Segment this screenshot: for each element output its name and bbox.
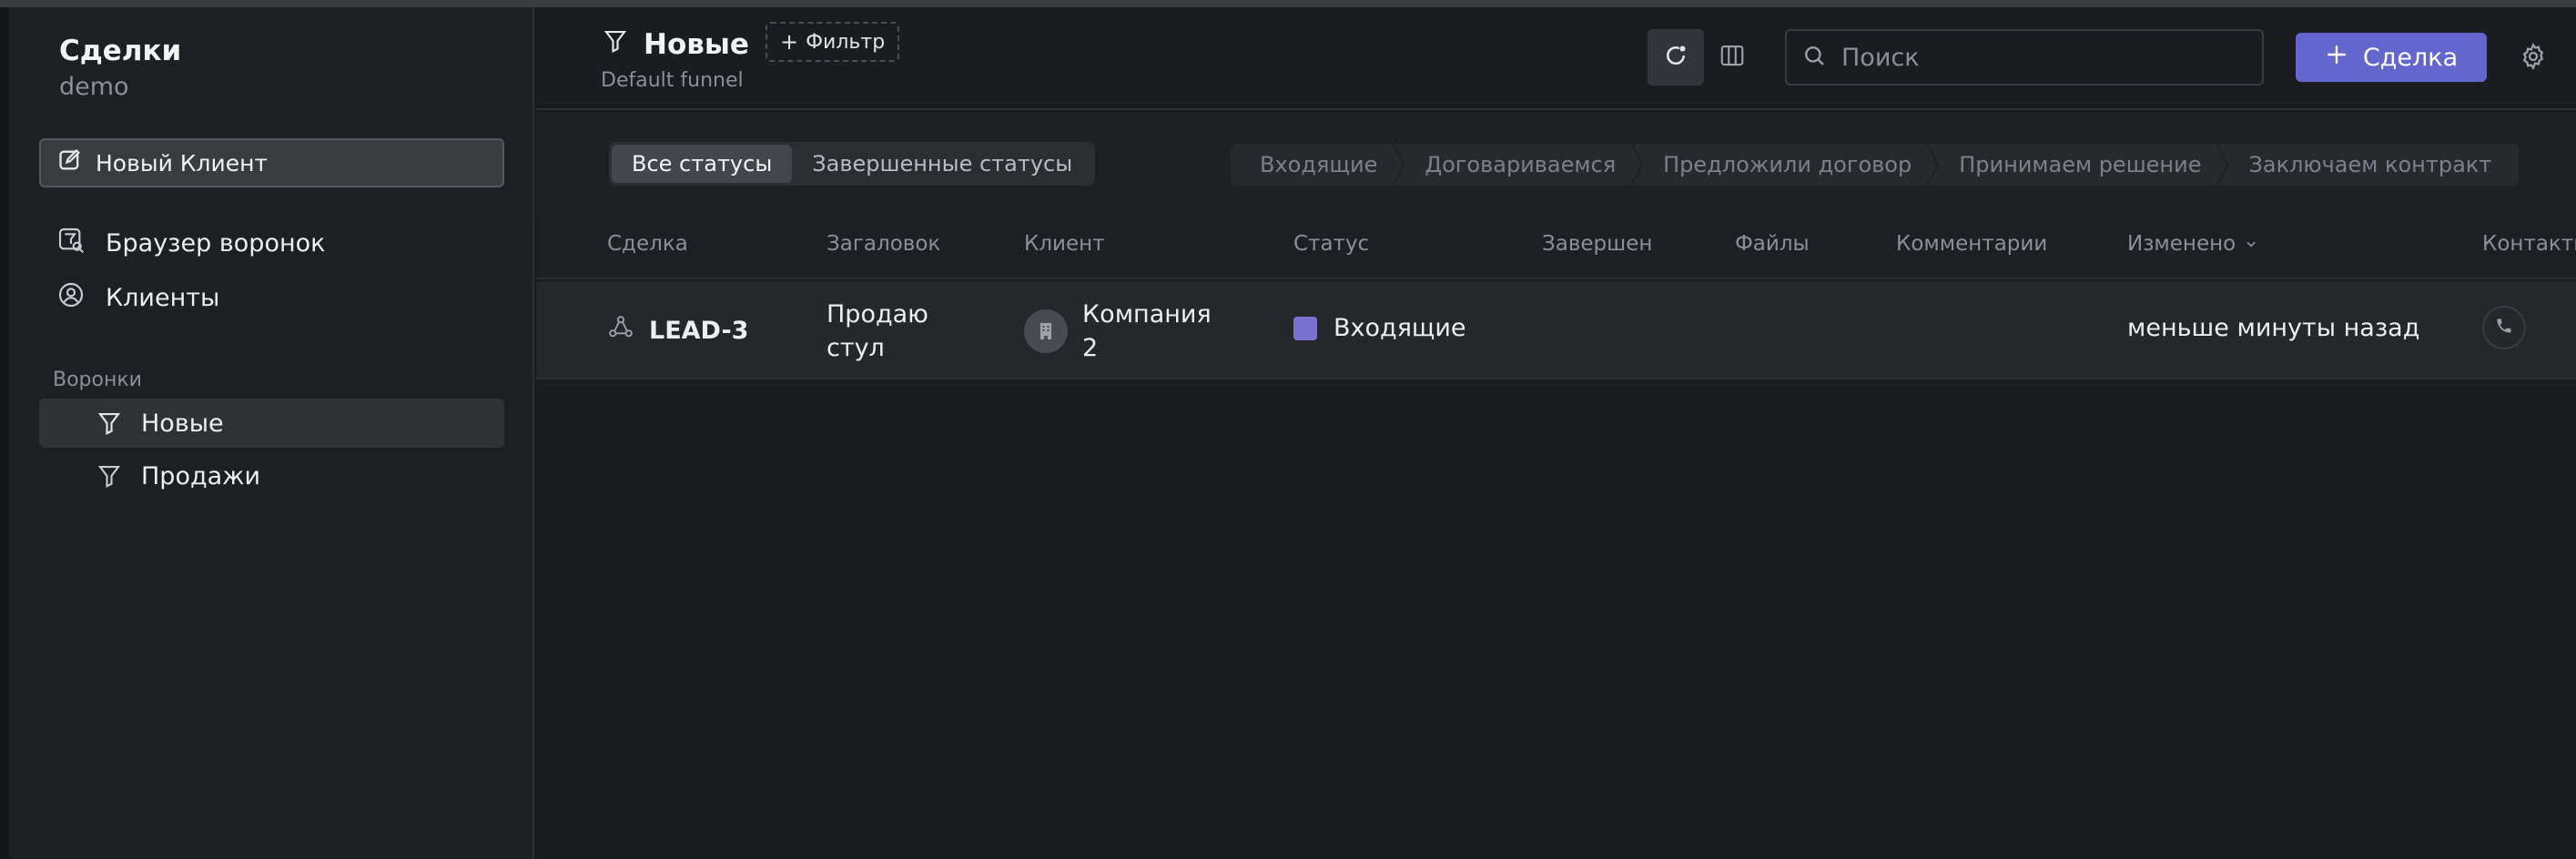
call-contact-button[interactable] — [2482, 306, 2526, 349]
funnel-icon — [96, 462, 123, 496]
refresh-view-button[interactable] — [1648, 29, 1704, 86]
column-header-title[interactable]: Загаловок — [827, 232, 940, 256]
add-filter-button[interactable]: + Фильтр — [766, 22, 900, 62]
page-header: Новые Default funnel + Фильтр Поиск Сдел… — [536, 7, 2576, 110]
window-left-edge — [0, 7, 9, 859]
column-header-status[interactable]: Статус — [1293, 232, 1369, 256]
stage-negotiating[interactable]: Договариваемся — [1394, 144, 1641, 186]
columns-icon — [1719, 42, 1746, 73]
status-bar: Все статусы Завершенные статусы Входящие… — [536, 112, 2576, 212]
column-header-contacts[interactable]: Контакты — [2482, 232, 2576, 256]
deal-title: Продаю стул — [827, 300, 928, 362]
sidebar: Сделки demo Новый Клиент Браузер воронок — [9, 7, 534, 859]
search-input[interactable] — [1841, 43, 2242, 72]
deal-id[interactable]: LEAD-3 — [649, 317, 748, 345]
search-icon — [1801, 43, 1827, 72]
stage-contract-offered[interactable]: Предложили договор — [1632, 144, 1937, 186]
plus-icon — [2325, 43, 2348, 73]
gear-icon — [2519, 42, 2548, 75]
changed-time: меньше минуты назад — [2127, 314, 2420, 342]
window-top-strip — [0, 0, 2576, 7]
sidebar-funnel-sales[interactable]: Продажи — [39, 451, 504, 500]
sidebar-item-label: Клиенты — [106, 284, 220, 312]
stage-closing-contract[interactable]: Заключаем контракт — [2217, 144, 2520, 186]
client-cell: Компания 2 — [1024, 298, 1228, 365]
user-circle-icon — [56, 280, 86, 316]
funnel-icon — [602, 27, 629, 62]
new-client-label: Новый Клиент — [96, 149, 269, 177]
plus-icon: + — [780, 29, 799, 55]
deal-cell: LEAD-3 — [607, 314, 748, 348]
app-subtitle: demo — [59, 73, 129, 101]
stage-incoming[interactable]: Входящие — [1231, 144, 1403, 186]
app-title: Сделки — [59, 35, 182, 67]
sidebar-item-clients[interactable]: Клиенты — [56, 280, 219, 316]
stage-decision[interactable]: Принимаем решение — [1928, 144, 2226, 186]
main-content: Новые Default funnel + Фильтр Поиск Сдел… — [536, 7, 2576, 859]
tab-completed-statuses[interactable]: Завершенные статусы — [792, 145, 1092, 183]
table-header: Сделка Загаловок Клиент Статус Завершен … — [536, 212, 2576, 279]
stage-pipeline: Входящие Договариваемся Предложили догов… — [1231, 144, 2520, 186]
column-header-deal[interactable]: Сделка — [607, 232, 688, 256]
status-cell: Входящие — [1293, 314, 1466, 342]
edit-icon — [57, 147, 83, 178]
client-name[interactable]: Компания 2 — [1082, 298, 1228, 365]
deal-icon — [607, 314, 634, 348]
page-subtitle: Default funnel — [601, 69, 744, 92]
column-header-comments[interactable]: Комментарии — [1896, 232, 2047, 256]
sidebar-funnel-new[interactable]: Новые — [39, 399, 504, 448]
status-color-indicator — [1293, 316, 1317, 340]
add-deal-button[interactable]: Сделка — [2296, 33, 2487, 82]
funnel-label: Новые — [141, 409, 224, 438]
column-header-client[interactable]: Клиент — [1024, 232, 1105, 256]
funnels-section-label: Воронки — [53, 369, 142, 391]
columns-view-button[interactable] — [1704, 29, 1760, 86]
page-title: Новые — [602, 27, 749, 62]
column-header-label: Изменено — [2127, 232, 2236, 256]
search-field[interactable] — [1785, 29, 2264, 86]
column-header-completed[interactable]: Завершен — [1542, 232, 1652, 256]
table-row[interactable]: LEAD-3 Продаю стул Компания 2 Входящие м… — [536, 281, 2576, 379]
funnel-search-icon — [56, 226, 86, 261]
status-label: Входящие — [1334, 314, 1466, 342]
building-icon — [1024, 309, 1068, 353]
new-client-button[interactable]: Новый Клиент — [39, 138, 504, 187]
tab-all-statuses[interactable]: Все статусы — [612, 145, 793, 183]
status-tabs: Все статусы Завершенные статусы — [609, 142, 1096, 186]
chevron-down-icon — [2245, 232, 2257, 256]
funnel-icon — [96, 409, 123, 443]
column-header-changed[interactable]: Изменено — [2127, 232, 2257, 256]
settings-button[interactable] — [2519, 42, 2548, 75]
refresh-icon — [1662, 42, 1689, 73]
sidebar-item-funnel-browser[interactable]: Браузер воронок — [56, 226, 325, 261]
add-deal-label: Сделка — [2362, 43, 2459, 72]
sidebar-item-label: Браузер воронок — [106, 229, 326, 258]
column-header-files[interactable]: Файлы — [1735, 232, 1810, 256]
phone-icon — [2495, 317, 2513, 339]
page-title-text: Новые — [644, 28, 749, 61]
funnel-label: Продажи — [141, 461, 261, 490]
filter-label: Фильтр — [806, 30, 886, 54]
